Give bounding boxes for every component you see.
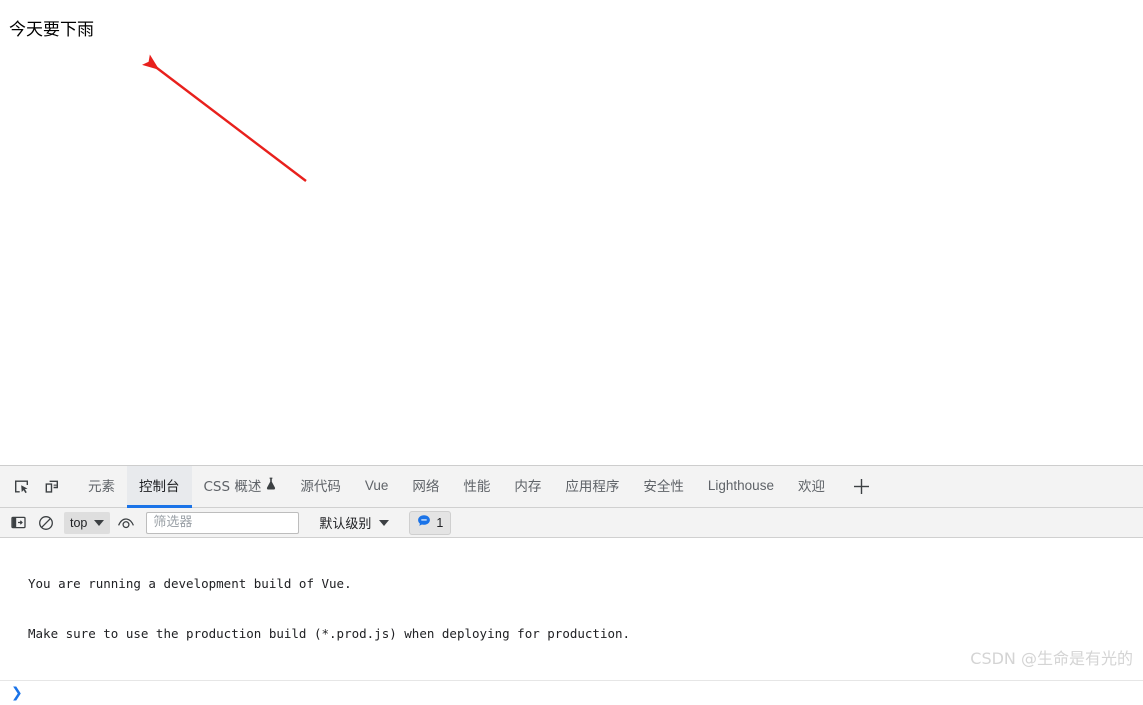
tab-label: 内存 bbox=[514, 479, 542, 495]
csdn-watermark: CSDN @生命是有光的 bbox=[970, 649, 1133, 668]
execution-context-selector[interactable]: top bbox=[64, 511, 111, 534]
tab-label: CSS 概述 bbox=[203, 479, 262, 495]
annotation-arrow-icon bbox=[142, 54, 307, 182]
tab-label: 网络 bbox=[412, 479, 440, 495]
console-message-count-badge[interactable]: 1 bbox=[409, 510, 452, 535]
chevron-down-icon bbox=[379, 519, 390, 526]
devtools-tabbar: 元素 控制台 CSS 概述 源代码 Vue 网络 性能 内存 应用程序 安全性 … bbox=[0, 465, 1143, 508]
console-message-line-2: Make sure to use the production build (*… bbox=[28, 625, 631, 641]
page-viewport: 今天要下雨 bbox=[0, 0, 1143, 465]
live-expression-eye-icon[interactable] bbox=[114, 511, 138, 535]
tab-label: 控制台 bbox=[139, 479, 180, 495]
chevron-down-icon bbox=[94, 519, 105, 526]
console-prompt-chevron-icon: ❯ bbox=[11, 684, 23, 701]
message-count-label: 1 bbox=[436, 515, 444, 530]
tab-label: 应用程序 bbox=[565, 479, 620, 495]
tab-label: 源代码 bbox=[300, 479, 341, 495]
tab-css-overview[interactable]: CSS 概述 bbox=[192, 466, 289, 508]
tab-label: 性能 bbox=[463, 479, 491, 495]
console-toolbar: top 默认级别 1 bbox=[0, 508, 1143, 538]
experiment-flask-icon bbox=[266, 477, 276, 494]
tab-welcome[interactable]: 欢迎 bbox=[786, 466, 837, 508]
console-filter-input[interactable] bbox=[146, 511, 300, 534]
page-heading-text: 今天要下雨 bbox=[9, 20, 94, 40]
device-toolbar-icon[interactable] bbox=[36, 473, 66, 501]
tab-application[interactable]: 应用程序 bbox=[553, 466, 631, 508]
tab-label: Lighthouse bbox=[707, 477, 774, 493]
tab-elements[interactable]: 元素 bbox=[76, 466, 127, 508]
inspect-element-icon[interactable] bbox=[6, 473, 36, 501]
tab-sources[interactable]: 源代码 bbox=[288, 466, 353, 508]
console-output: You are running a development build of V… bbox=[0, 538, 1143, 705]
tab-label: 安全性 bbox=[643, 479, 684, 495]
console-message-line-1: You are running a development build of V… bbox=[28, 576, 352, 591]
console-prompt-row[interactable]: ❯ bbox=[0, 681, 1143, 705]
log-level-label: 默认级别 bbox=[319, 517, 372, 532]
speech-bubble-icon bbox=[417, 514, 431, 531]
tab-network[interactable]: 网络 bbox=[400, 466, 451, 508]
console-log-level-selector[interactable]: 默认级别 bbox=[313, 512, 395, 534]
execution-context-label: top bbox=[70, 515, 88, 530]
tab-label: 欢迎 bbox=[797, 479, 825, 495]
tab-vue[interactable]: Vue bbox=[353, 466, 401, 508]
add-panel-plus-icon[interactable] bbox=[845, 470, 879, 504]
tab-label: Vue bbox=[364, 477, 389, 493]
tab-performance[interactable]: 性能 bbox=[451, 466, 502, 508]
tab-label: 元素 bbox=[88, 479, 115, 495]
console-sidebar-icon[interactable] bbox=[6, 511, 30, 535]
tab-memory[interactable]: 内存 bbox=[502, 466, 553, 508]
clear-console-icon[interactable] bbox=[34, 511, 58, 535]
devtools-panel: 元素 控制台 CSS 概述 源代码 Vue 网络 性能 内存 应用程序 安全性 … bbox=[0, 465, 1143, 705]
tab-lighthouse[interactable]: Lighthouse bbox=[696, 466, 786, 508]
tab-console[interactable]: 控制台 bbox=[127, 465, 192, 508]
tab-security[interactable]: 安全性 bbox=[631, 466, 696, 508]
